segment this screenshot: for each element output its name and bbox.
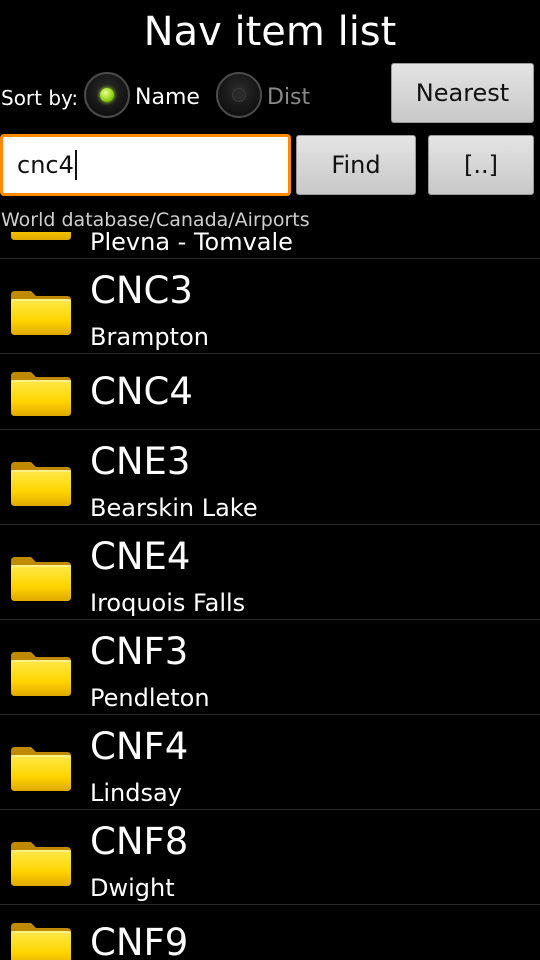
search-input[interactable]: cnc4 — [0, 134, 291, 196]
item-ident: CNF9 — [90, 921, 189, 960]
folder-icon — [11, 291, 71, 335]
item-name: Pendleton — [90, 684, 210, 712]
sort-name-label[interactable]: Name — [135, 84, 200, 112]
list-item[interactable]: CNC4 — [0, 354, 540, 430]
item-ident: CNC3 — [90, 269, 193, 312]
text-caret — [74, 150, 77, 180]
item-ident: CNE3 — [90, 440, 191, 483]
item-name: Lindsay — [90, 779, 182, 807]
item-name: Bearskin Lake — [90, 494, 258, 522]
radio-indicator-icon — [100, 88, 114, 102]
item-ident: CNE4 — [90, 535, 191, 578]
item-name: Dwight — [90, 874, 175, 902]
list-item[interactable]: CNF9 — [0, 905, 540, 960]
item-ident: CNC4 — [90, 370, 193, 413]
item-ident: CNF3 — [90, 630, 189, 673]
folder-icon — [11, 747, 71, 791]
radio-indicator-icon — [232, 88, 246, 102]
sort-name-radio[interactable] — [84, 72, 130, 118]
list-item[interactable]: CNC3 Brampton — [0, 259, 540, 354]
item-name: Iroquois Falls — [90, 589, 246, 617]
folder-icon — [11, 372, 71, 416]
list-item[interactable]: CNE3 Bearskin Lake — [0, 430, 540, 525]
list-item[interactable]: CNE4 Iroquois Falls — [0, 525, 540, 620]
sort-dist-radio[interactable] — [216, 72, 262, 118]
item-ident: CNF8 — [90, 820, 189, 863]
item-ident: CNF4 — [90, 725, 189, 768]
folder-icon — [11, 923, 71, 960]
folder-icon — [11, 232, 71, 240]
folder-icon — [11, 652, 71, 696]
breadcrumb: World database/Canada/Airports — [1, 209, 310, 231]
list-item[interactable]: CNF3 Pendleton — [0, 620, 540, 715]
page-title: Nav item list — [143, 9, 397, 55]
nearest-button[interactable]: Nearest — [391, 63, 534, 123]
folder-icon — [11, 557, 71, 601]
item-name: Plevna - Tomvale — [90, 232, 293, 256]
sort-dist-label[interactable]: Dist — [267, 84, 310, 112]
list-item[interactable]: Plevna - Tomvale — [0, 232, 540, 259]
list-item[interactable]: CNF4 Lindsay — [0, 715, 540, 810]
search-input-value: cnc4 — [17, 151, 74, 179]
nav-item-list[interactable]: Plevna - Tomvale CNC3 Brampton CNC4 CNE3… — [0, 232, 540, 960]
sort-by-label: Sort by: — [1, 86, 79, 110]
list-item[interactable]: CNF8 Dwight — [0, 810, 540, 905]
folder-icon — [11, 462, 71, 506]
item-name: Brampton — [90, 323, 209, 351]
parent-folder-button[interactable]: [..] — [428, 135, 534, 195]
find-button[interactable]: Find — [296, 135, 416, 195]
folder-icon — [11, 842, 71, 886]
